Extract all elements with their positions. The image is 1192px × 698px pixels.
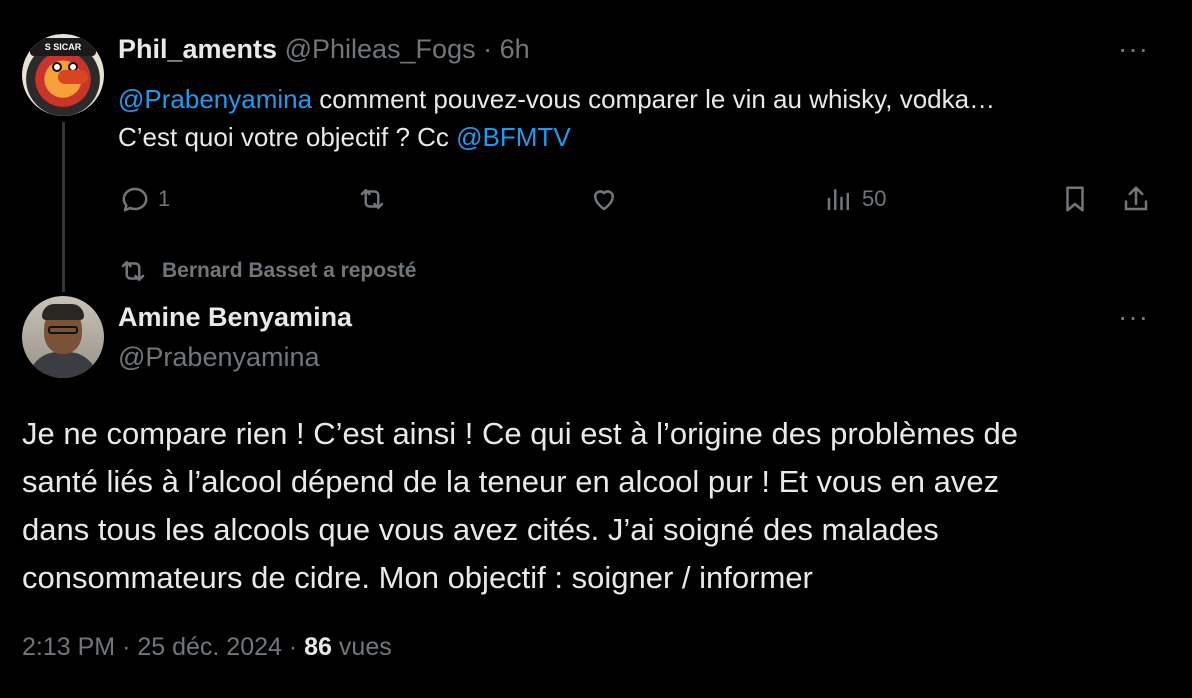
- retweet-icon: [360, 189, 384, 209]
- avatar-glasses: [48, 326, 78, 334]
- separator: ·: [288, 633, 298, 661]
- avatar-hair: [42, 304, 84, 320]
- tweet-text: Je ne compare rien ! C’est ainsi ! Ce qu…: [22, 410, 1172, 602]
- retweet-button[interactable]: [357, 184, 387, 214]
- avatar-body: [28, 352, 98, 378]
- display-name[interactable]: Amine Benyamina: [118, 300, 352, 334]
- handle[interactable]: @Phileas_Fogs: [285, 34, 476, 64]
- bookmark-icon: [1066, 186, 1084, 212]
- views-count: 50: [862, 186, 887, 211]
- reply-count: 1: [158, 186, 171, 211]
- timestamp[interactable]: 6h: [500, 34, 530, 64]
- date[interactable]: 25 déc. 2024: [137, 633, 282, 661]
- reply-text-part: C’est quoi votre objectif ? Cc: [118, 122, 457, 152]
- avatar[interactable]: S SICAR: [22, 34, 104, 116]
- views-label: vues: [338, 633, 392, 661]
- timestamp[interactable]: 2:13 PM: [22, 633, 115, 661]
- views-button[interactable]: 50: [824, 184, 886, 214]
- display-name[interactable]: Phil_aments: [118, 34, 277, 64]
- separator: ·: [483, 34, 493, 64]
- reply-header: Phil_aments @Phileas_Fogs · 6h: [118, 32, 530, 66]
- reply-text-part: comment pouvez-vous comparer le vin au w…: [312, 84, 996, 114]
- thread-line: [62, 122, 65, 292]
- tweet-text-line: Je ne compare rien ! C’est ainsi ! Ce qu…: [22, 416, 1018, 451]
- avatar-caption: S SICAR: [30, 38, 96, 56]
- like-button[interactable]: [589, 184, 619, 214]
- share-button[interactable]: [1121, 184, 1151, 214]
- reply-button[interactable]: 1: [120, 184, 170, 214]
- avatar[interactable]: [22, 296, 104, 378]
- separator: ·: [122, 633, 131, 661]
- more-icon[interactable]: ···: [1118, 35, 1149, 63]
- tweet-text-line: dans tous les alcools que vous avez cité…: [22, 512, 939, 547]
- reply-text: @Prabenyamina comment pouvez-vous compar…: [118, 80, 1168, 156]
- tweet-text-line: santé liés à l’alcool dépend de la teneu…: [22, 464, 1000, 499]
- bookmark-button[interactable]: [1060, 184, 1090, 214]
- mention-link[interactable]: @Prabenyamina: [118, 84, 312, 114]
- mention-link[interactable]: @BFMTV: [456, 122, 571, 152]
- handle[interactable]: @Prabenyamina: [118, 340, 320, 374]
- like-icon: [594, 190, 614, 211]
- more-icon[interactable]: ···: [1118, 303, 1149, 331]
- views-count: 86: [304, 633, 332, 661]
- avatar-nose: [58, 70, 88, 84]
- reply-icon: [122, 187, 148, 212]
- repost-context: Bernard Basset a reposté: [118, 256, 416, 286]
- tweet-text-line: consommateurs de cidre. Mon objectif : s…: [22, 560, 813, 595]
- share-icon: [1124, 186, 1148, 211]
- repost-label[interactable]: Bernard Basset a reposté: [162, 259, 416, 283]
- tweet-meta: 2:13 PM · 25 déc. 2024 · 86 vues: [22, 630, 392, 664]
- views-icon: [827, 189, 849, 211]
- retweet-icon: [121, 261, 145, 281]
